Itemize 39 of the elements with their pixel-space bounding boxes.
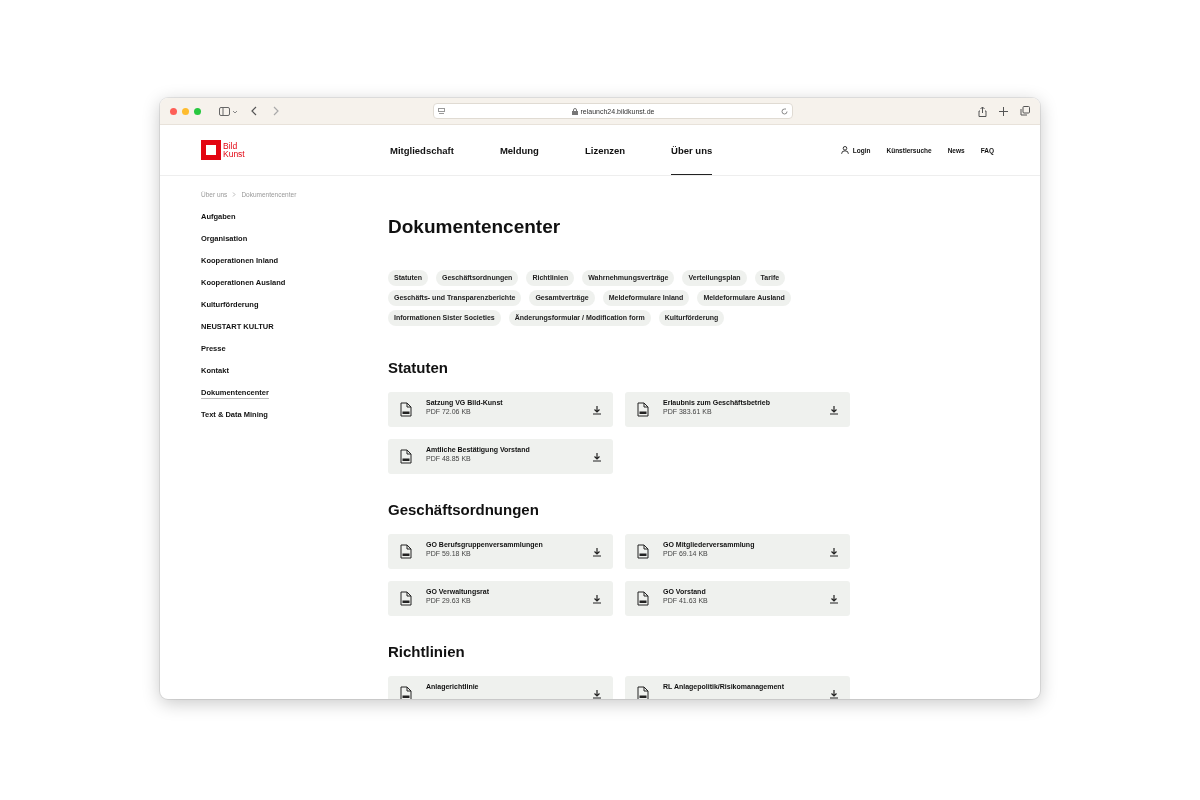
section-heading: Statuten	[388, 358, 449, 378]
section-heading: Richtlinien	[388, 642, 466, 662]
pdf-file-icon	[637, 402, 649, 417]
pdf-file-icon	[637, 544, 649, 559]
download-icon[interactable]	[829, 405, 839, 415]
nav-link[interactable]: Mitgliedschaft	[390, 125, 454, 175]
chevron-icon	[232, 192, 237, 197]
new-tab-icon[interactable]	[999, 106, 1008, 116]
pdf-file-icon	[400, 686, 412, 699]
nav-link[interactable]: Lizenzen	[584, 125, 626, 175]
logo[interactable]: Bild Kunst	[201, 140, 390, 160]
pdf-file-icon	[637, 686, 649, 699]
download-icon[interactable]	[592, 452, 602, 462]
close-window-button[interactable]	[170, 107, 177, 115]
pdf-file-icon	[400, 544, 412, 559]
pdf-file-icon	[400, 591, 412, 606]
download-icon[interactable]	[592, 405, 602, 415]
lock-icon	[571, 107, 578, 115]
download-icon[interactable]	[829, 594, 839, 604]
reload-icon[interactable]	[781, 107, 788, 115]
back-icon[interactable]	[251, 106, 257, 116]
pdf-file-icon	[637, 591, 649, 606]
pdf-file-icon	[400, 449, 412, 464]
sidebar-toggle-icon[interactable]	[219, 106, 237, 116]
section-heading: Geschäftsordnungen	[388, 500, 540, 520]
download-icon[interactable]	[592, 689, 602, 699]
share-icon[interactable]	[978, 105, 987, 117]
pdf-file-icon	[400, 402, 412, 417]
tabs-overview-icon[interactable]	[1020, 106, 1030, 116]
nav-link[interactable]: Über uns	[671, 125, 713, 175]
download-icon[interactable]	[829, 689, 839, 699]
user-icon	[840, 146, 849, 154]
download-icon[interactable]	[592, 594, 602, 604]
page-icon	[438, 107, 445, 115]
logo-text: Bild Kunst	[223, 140, 245, 159]
download-icon[interactable]	[829, 547, 839, 557]
download-icon[interactable]	[592, 547, 602, 557]
nav-link[interactable]: Meldung	[499, 125, 539, 175]
page-title: Dokumentencenter	[388, 215, 562, 239]
